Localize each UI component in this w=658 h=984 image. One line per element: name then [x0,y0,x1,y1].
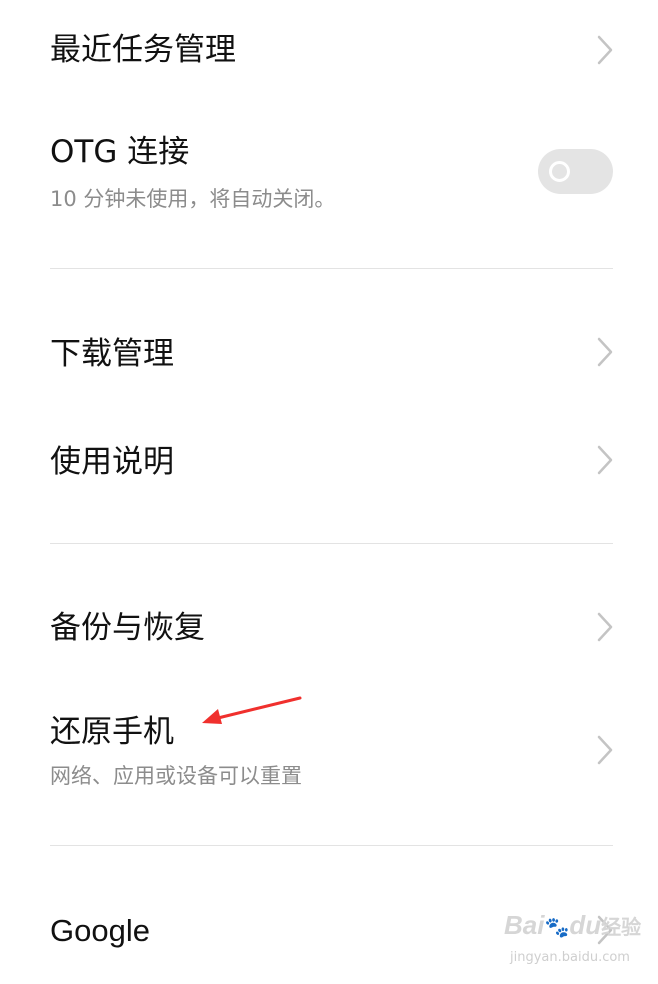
settings-item-title: 还原手机 [50,714,174,750]
baidu-jingyan-watermark: Bai🐾du经验 jingyan.baidu.com [504,906,644,976]
watermark-url: jingyan.baidu.com [510,950,630,965]
settings-item-download-manager[interactable]: 下载管理 [0,300,658,408]
paw-icon: 🐾 [544,917,570,939]
settings-item-title: OTG 连接 [50,134,190,170]
chevron-right-icon [596,337,614,367]
chevron-right-icon [596,35,614,65]
settings-item-recent-tasks[interactable]: 最近任务管理 [0,0,658,100]
chevron-right-icon [596,445,614,475]
chevron-right-icon [596,612,614,642]
settings-item-subtitle: 网络、应用或设备可以重置 [50,764,302,788]
watermark-brand-cn: 经验 [601,917,642,939]
settings-item-subtitle: 10 分钟未使用，将自动关闭。 [50,187,336,211]
settings-item-title: 备份与恢复 [50,610,205,646]
chevron-right-icon [596,735,614,765]
toggle-knob [549,161,570,182]
settings-item-backup-restore[interactable]: 备份与恢复 [0,575,658,680]
section-divider [50,845,613,846]
red-arrow-icon [196,694,306,734]
watermark-logo: Bai🐾du经验 [504,910,641,943]
watermark-brand-mark: du [569,910,602,940]
section-divider [50,268,613,269]
settings-item-user-guide[interactable]: 使用说明 [0,408,658,518]
settings-item-title: 下载管理 [50,336,174,372]
watermark-brand: Bai [504,910,545,940]
settings-item-title: 最近任务管理 [50,32,236,68]
settings-item-title: Google [50,913,150,948]
settings-item-reset-phone[interactable]: 还原手机 网络、应用或设备可以重置 [0,680,658,820]
section-divider [50,543,613,544]
settings-item-title: 使用说明 [50,444,174,480]
otg-toggle-switch[interactable] [538,149,613,194]
